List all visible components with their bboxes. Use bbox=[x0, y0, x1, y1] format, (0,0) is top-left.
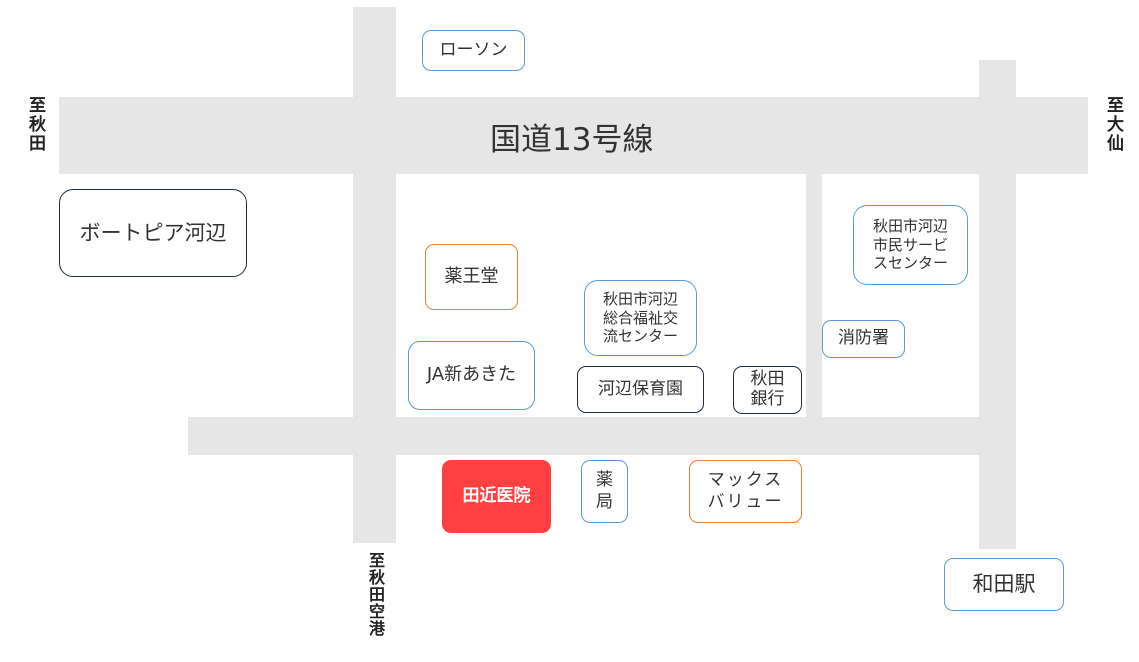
tajika-clinic-box[interactable]: 田近医院 bbox=[442, 460, 551, 533]
yakuodo-box: 薬王堂 bbox=[425, 244, 518, 310]
middle-vertical-road bbox=[806, 174, 822, 419]
direction-daisen-label: 至大仙 bbox=[1103, 96, 1123, 153]
maxvalu-box: マックス バリュー bbox=[689, 460, 802, 523]
fire-station-label: 消防署 bbox=[838, 328, 889, 349]
pharmacy-line-2: 局 bbox=[596, 491, 613, 512]
maxvalu-line-1: マックス bbox=[707, 470, 784, 491]
wada-station-box: 和田駅 bbox=[944, 558, 1064, 611]
welfare-center-line-2: 総合福祉交 bbox=[602, 308, 678, 327]
boatpia-label: ボートピア河辺 bbox=[79, 220, 227, 245]
service-center-box: 秋田市河辺 市民サービ スセンター bbox=[853, 205, 968, 285]
lawson-box: ローソン bbox=[422, 30, 525, 71]
service-center-line-1: 秋田市河辺 bbox=[872, 216, 948, 235]
bank-line-1: 秋田 bbox=[750, 369, 785, 390]
ja-box: JA新あきた bbox=[408, 341, 535, 410]
tajika-clinic-label: 田近医院 bbox=[462, 485, 531, 506]
nursery-box: 河辺保育園 bbox=[577, 366, 704, 413]
route-13-label: 国道13号線 bbox=[490, 122, 654, 158]
service-center-line-3: スセンター bbox=[872, 254, 948, 273]
boatpia-box: ボートピア河辺 bbox=[59, 189, 247, 277]
welfare-center-box: 秋田市河辺 総合福祉交 流センター bbox=[584, 280, 697, 356]
welfare-center-line-3: 流センター bbox=[602, 327, 678, 346]
direction-akita-airport-label: 至秋田空港 bbox=[366, 552, 385, 637]
wada-station-label: 和田駅 bbox=[972, 572, 1036, 597]
bank-line-2: 銀行 bbox=[750, 389, 785, 409]
ja-label: JA新あきた bbox=[426, 364, 517, 386]
welfare-center-line-1: 秋田市河辺 bbox=[602, 289, 678, 308]
lawson-label: ローソン bbox=[439, 39, 508, 60]
east-vertical-road bbox=[979, 60, 1016, 549]
fire-station-box: 消防署 bbox=[822, 320, 905, 358]
service-center-line-2: 市民サービ bbox=[872, 235, 948, 254]
bank-box: 秋田 銀行 bbox=[733, 366, 802, 414]
direction-akita-label: 至秋田 bbox=[25, 96, 45, 153]
pharmacy-line-1: 薬 bbox=[596, 470, 613, 491]
lower-horizontal-road bbox=[188, 417, 1008, 455]
west-vertical-road bbox=[353, 7, 396, 543]
pharmacy-box: 薬 局 bbox=[581, 460, 628, 523]
maxvalu-line-2: バリュー bbox=[707, 491, 784, 512]
yakuodo-label: 薬王堂 bbox=[444, 265, 499, 287]
nursery-label: 河辺保育園 bbox=[598, 378, 683, 399]
